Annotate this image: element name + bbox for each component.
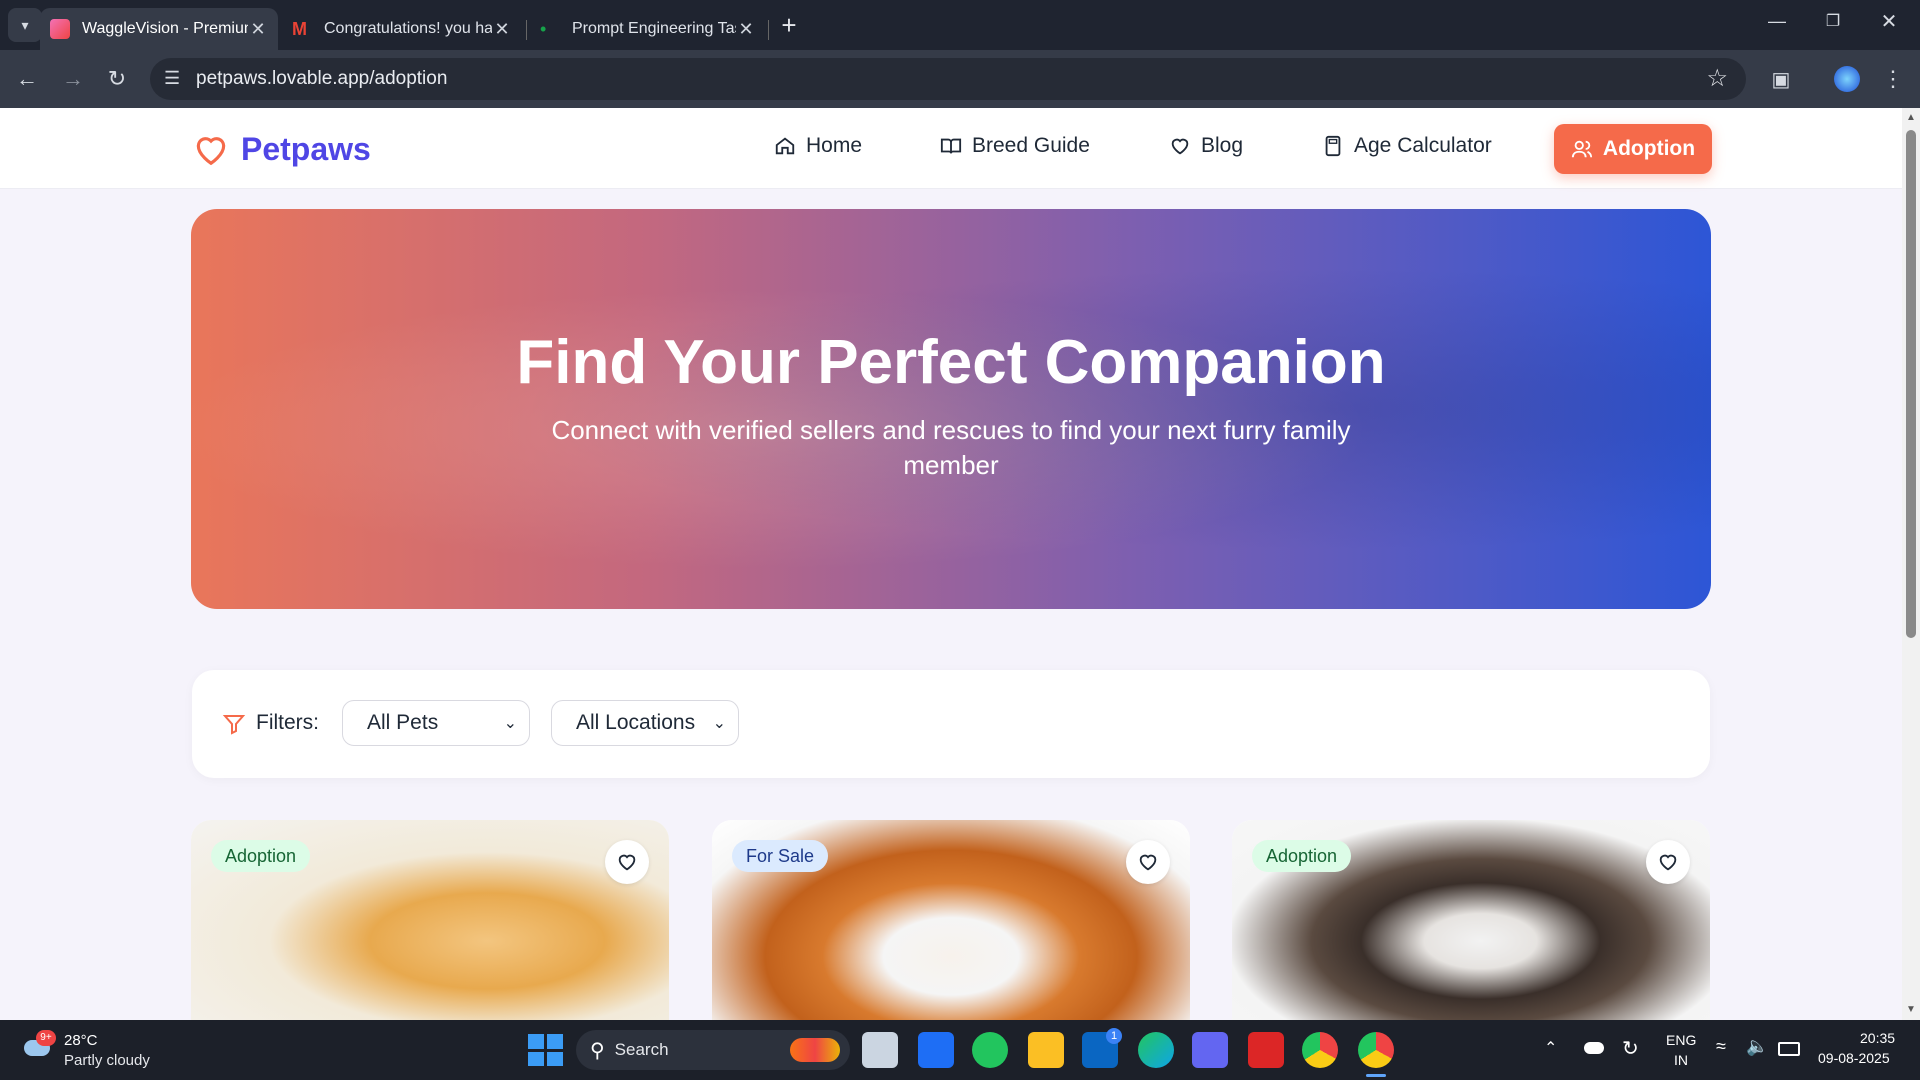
wagglevision-favicon-icon <box>50 19 70 39</box>
file-explorer-icon[interactable] <box>1028 1032 1064 1068</box>
pet-type-select[interactable]: All Pets ⌄ <box>342 700 530 746</box>
brand-logo[interactable]: Petpaws <box>191 130 371 168</box>
tab-divider <box>526 20 527 40</box>
menu-icon[interactable]: ⋮ <box>1876 62 1910 96</box>
status-badge: Adoption <box>1252 840 1352 872</box>
scroll-down-arrow[interactable]: ▼ <box>1906 1004 1916 1015</box>
windows-taskbar: 9+ 28°C Partly cloudy ⚲ Search 1 ⌃ ↻ ENG… <box>0 1020 1920 1080</box>
close-window-button[interactable]: ✕ <box>1872 4 1906 38</box>
bookmark-star-icon[interactable]: ☆ <box>1706 64 1728 93</box>
weather-alert-badge: 9+ <box>36 1030 56 1046</box>
location-select[interactable]: All Locations ⌄ <box>551 700 739 746</box>
taskbar-search[interactable]: ⚲ Search <box>576 1030 850 1070</box>
filters-label: Filters: <box>256 711 319 734</box>
teams-icon[interactable] <box>1192 1032 1228 1068</box>
onedrive-icon[interactable] <box>1584 1042 1604 1054</box>
chrome-profile-icon[interactable] <box>1358 1032 1394 1077</box>
browser-toolbar: ← → ↻ ☰ petpaws.lovable.app/adoption ☆ ▣… <box>0 50 1920 108</box>
chevron-down-icon: ⌄ <box>712 715 726 732</box>
battery-icon[interactable] <box>1778 1042 1800 1056</box>
close-icon[interactable]: ✕ <box>736 19 756 40</box>
restore-button[interactable]: ❐ <box>1816 4 1850 38</box>
profile-avatar[interactable] <box>1830 62 1864 96</box>
close-icon[interactable]: ✕ <box>492 19 512 40</box>
book-icon <box>940 138 962 154</box>
linkedin-notification-badge: 1 <box>1106 1028 1122 1044</box>
new-tab-button[interactable]: + <box>772 8 806 42</box>
heart-icon <box>1171 138 1189 155</box>
volume-icon[interactable]: 🔈 <box>1746 1036 1768 1057</box>
site-info-icon[interactable]: ☰ <box>164 68 180 89</box>
search-highlight-icon <box>790 1038 840 1062</box>
chevron-down-icon: ⌄ <box>503 715 517 732</box>
tab-wagglevision[interactable]: WaggleVision - Premium Pet Ca ✕ <box>40 8 278 50</box>
reload-button[interactable]: ↻ <box>100 62 134 96</box>
close-icon[interactable]: ✕ <box>248 19 268 40</box>
tab-divider <box>768 20 769 40</box>
heart-icon <box>618 854 636 871</box>
filter-icon <box>222 715 246 735</box>
favorite-button[interactable] <box>605 840 649 884</box>
pet-card[interactable]: For Sale <box>712 820 1190 1020</box>
nav-age-calculator[interactable]: Age Calculator <box>1322 134 1492 158</box>
tab-gmail[interactable]: M Congratulations! you have been ✕ <box>282 8 522 50</box>
leaf-icon: • <box>540 19 547 39</box>
chevron-up-icon[interactable]: ⌃ <box>1544 1038 1557 1058</box>
status-badge: For Sale <box>732 840 829 872</box>
tab-prompt-engineering[interactable]: • Prompt Engineering Task 2 – Fu ✕ <box>530 8 766 50</box>
gmail-icon: M <box>292 19 307 39</box>
hero-banner: Find Your Perfect Companion Connect with… <box>191 209 1711 609</box>
whatsapp-icon[interactable] <box>972 1032 1008 1068</box>
forward-button[interactable]: → <box>56 62 90 96</box>
site-navbar: Petpaws Home Breed Guide Blog Age Calcul… <box>0 108 1902 189</box>
filters-panel: Filters: All Pets ⌄ All Locations ⌄ <box>192 670 1710 778</box>
chrome-icon[interactable] <box>1302 1032 1338 1068</box>
calculator-icon <box>1325 135 1341 157</box>
heart-icon <box>1659 854 1677 871</box>
heart-icon <box>1139 854 1157 871</box>
pet-card[interactable]: Adoption <box>1232 820 1710 1020</box>
url-text[interactable]: petpaws.lovable.app/adoption <box>196 68 447 90</box>
browser-tab-bar: ▾ WaggleVision - Premium Pet Ca ✕ M Cong… <box>0 0 1920 50</box>
favorite-button[interactable] <box>1126 840 1170 884</box>
favorite-button[interactable] <box>1646 840 1690 884</box>
brand-name: Petpaws <box>241 130 371 167</box>
page-scrollbar[interactable]: ▲ ▼ <box>1902 108 1920 1020</box>
users-icon <box>1571 140 1593 158</box>
nav-breed-guide[interactable]: Breed Guide <box>940 134 1090 158</box>
scrollbar-thumb[interactable] <box>1906 130 1916 638</box>
adoption-nav-button[interactable]: Adoption <box>1554 124 1712 174</box>
nav-blog[interactable]: Blog <box>1169 134 1243 158</box>
search-icon: ⚲ <box>590 1039 605 1062</box>
sync-icon[interactable]: ↻ <box>1622 1036 1639 1061</box>
address-bar[interactable]: ☰ petpaws.lovable.app/adoption ☆ <box>150 58 1746 100</box>
wifi-icon[interactable]: ≈ <box>1716 1036 1726 1057</box>
tab-search-button[interactable]: ▾ <box>8 8 42 42</box>
hero-subtitle: Connect with verified sellers and rescue… <box>551 415 1351 480</box>
pet-card[interactable]: Adoption <box>191 820 669 1020</box>
mcafee-icon[interactable] <box>1248 1032 1284 1068</box>
status-badge: Adoption <box>211 840 311 872</box>
linkedin-icon[interactable]: 1 <box>1082 1028 1122 1068</box>
web-page: Petpaws Home Breed Guide Blog Age Calcul… <box>0 108 1902 1020</box>
home-icon <box>775 137 795 155</box>
heart-logo-icon <box>196 137 226 166</box>
task-view-icon[interactable] <box>862 1032 898 1068</box>
dropbox-icon[interactable] <box>918 1032 954 1068</box>
weather-widget[interactable]: 9+ 28°C Partly cloudy <box>20 1028 160 1074</box>
scroll-up-arrow[interactable]: ▲ <box>1906 112 1916 123</box>
edge-icon[interactable] <box>1138 1032 1174 1068</box>
extensions-icon[interactable]: ▣ <box>1764 62 1798 96</box>
windows-start-icon[interactable] <box>526 1032 563 1068</box>
minimize-button[interactable]: — <box>1760 4 1794 38</box>
hero-title: Find Your Perfect Companion <box>516 328 1386 397</box>
active-app-indicator <box>1366 1074 1386 1077</box>
nav-home[interactable]: Home <box>774 134 862 158</box>
hero-photo-overlay <box>191 209 1711 609</box>
back-button[interactable]: ← <box>10 62 44 96</box>
